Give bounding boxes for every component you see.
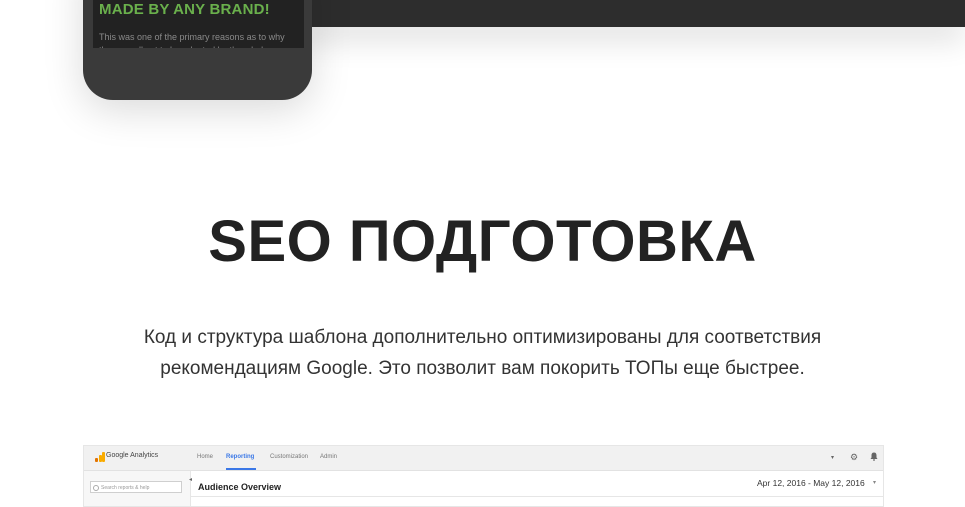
chevron-down-icon[interactable]: ▾ xyxy=(873,479,876,486)
desktop-mockup-strip xyxy=(300,0,965,27)
nav-active-indicator xyxy=(226,468,256,470)
report-heading: Audience Overview xyxy=(198,482,282,492)
phone-body-text: This was one of the primary reasons as t… xyxy=(99,32,285,48)
analytics-screenshot: Google Analytics Home Reporting Customiz… xyxy=(83,445,884,507)
nav-reporting[interactable]: Reporting xyxy=(226,454,254,460)
divider xyxy=(190,496,883,497)
phone-screen: MADE BY ANY BRAND! This was one of the p… xyxy=(93,0,304,48)
section-description-line2: рекомендациям Google. Это позволит вам п… xyxy=(160,358,805,379)
date-range-picker[interactable]: Apr 12, 2016 - May 12, 2016 xyxy=(757,478,865,488)
phone-headline: MADE BY ANY BRAND! xyxy=(99,1,270,18)
gear-icon[interactable]: ⚙ xyxy=(850,452,858,462)
nav-customization[interactable]: Customization xyxy=(270,454,308,460)
bell-icon[interactable] xyxy=(870,452,878,463)
phone-mockup: MADE BY ANY BRAND! This was one of the p… xyxy=(83,0,312,100)
section-description-line1: Код и структура шаблона дополнительно оп… xyxy=(143,327,822,348)
analytics-logo-icon xyxy=(95,452,105,462)
nav-admin[interactable]: Admin xyxy=(320,454,337,460)
dropdown-caret-icon[interactable]: ▾ xyxy=(831,453,834,463)
section-title: SEO ПОДГОТОВКА xyxy=(208,209,757,274)
analytics-topbar: Google Analytics Home Reporting Customiz… xyxy=(84,446,883,471)
search-icon xyxy=(93,485,99,491)
sidebar-collapse-icon[interactable]: ◂ xyxy=(189,476,192,483)
nav-home[interactable]: Home xyxy=(197,454,213,460)
analytics-brand: Google Analytics xyxy=(106,452,159,459)
search-reports-input[interactable]: Search reports & help xyxy=(90,481,182,493)
section-description: Код и структура шаблона дополнительно оп… xyxy=(110,322,855,384)
